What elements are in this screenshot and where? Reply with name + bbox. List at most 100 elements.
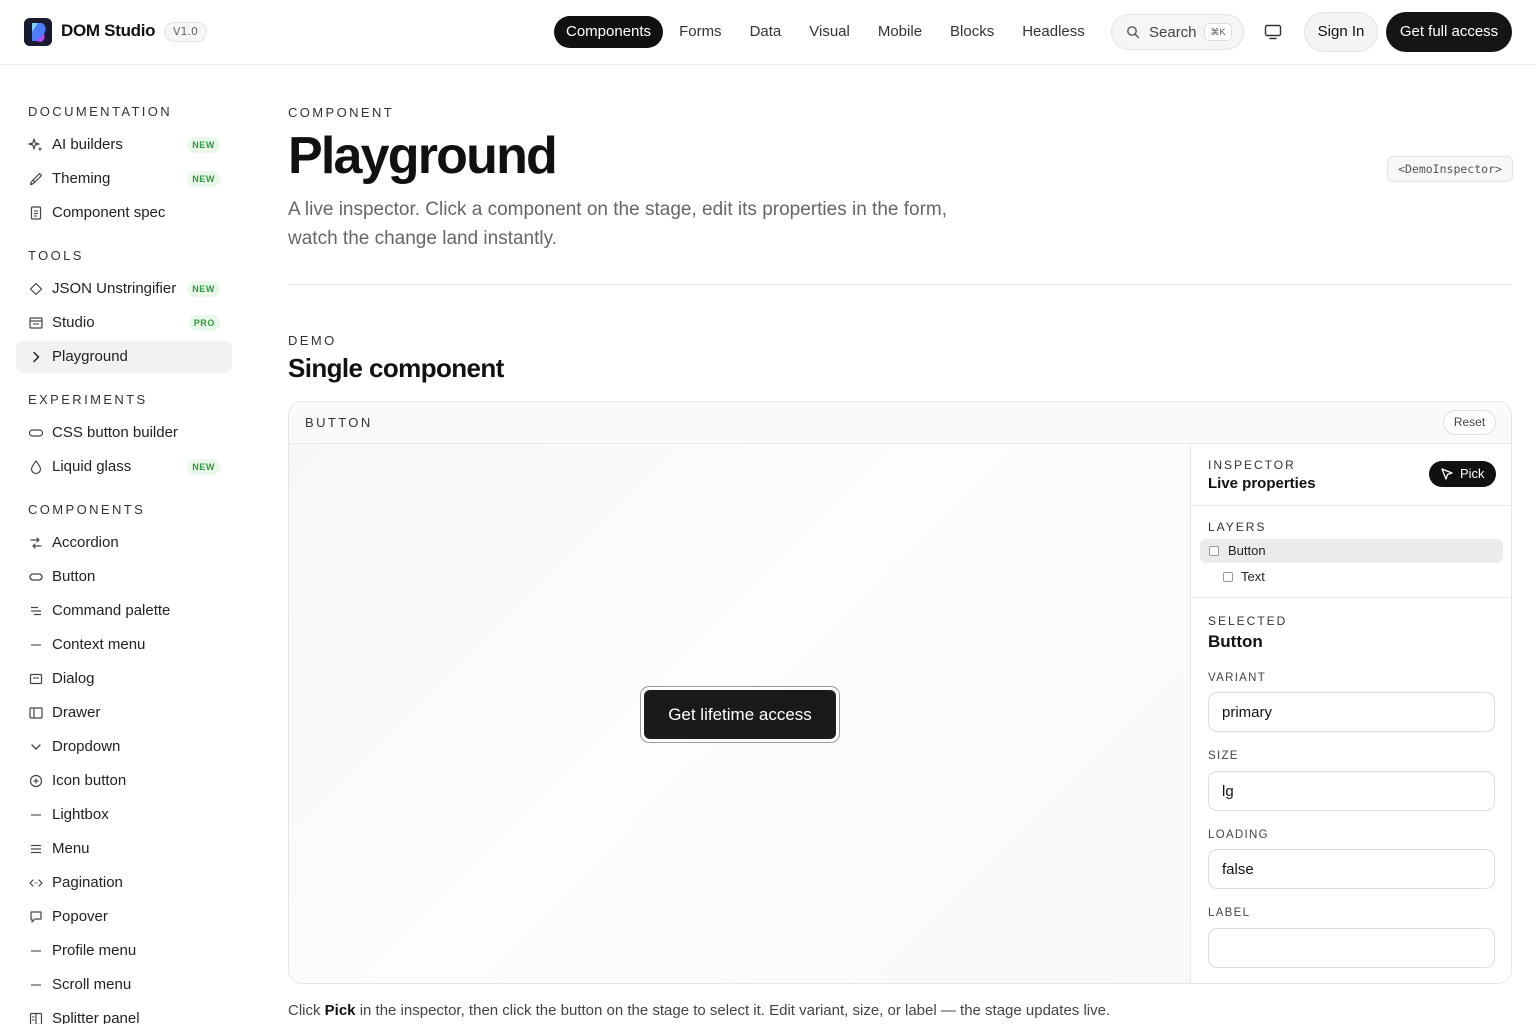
search-icon xyxy=(1127,26,1140,39)
page-lead: A live inspector. Click a component on t… xyxy=(288,199,948,249)
sign-in-button[interactable]: Sign In xyxy=(1304,12,1378,52)
page-title: Playground xyxy=(288,127,558,185)
field-label: VARIANT xyxy=(1208,672,1267,684)
diamond-icon xyxy=(29,282,43,296)
arrows-icon xyxy=(29,879,43,887)
demo-title: Single component xyxy=(288,353,504,383)
variant-input[interactable] xyxy=(1208,692,1495,732)
get-full-access-button[interactable]: Get full access xyxy=(1386,12,1512,52)
accordion-icon xyxy=(30,537,42,549)
logo-icon[interactable] xyxy=(24,18,52,46)
sidebar-item-drawer[interactable]: Drawer xyxy=(16,697,232,729)
section-heading-documentation: DOCUMENTATION xyxy=(28,104,173,119)
field-label: LOADING xyxy=(1208,829,1269,841)
window-icon xyxy=(29,317,43,329)
size-input[interactable] xyxy=(1208,771,1495,811)
footnote-text: Click xyxy=(288,1002,325,1019)
section-heading-experiments: EXPERIMENTS xyxy=(28,392,148,407)
sidebar-item-studio[interactable]: Studio PRO xyxy=(16,307,232,339)
sidebar-item-accordion[interactable]: Accordion xyxy=(16,527,232,559)
sidebar-item-label: Profile menu xyxy=(52,942,137,959)
nav-forms[interactable]: Forms xyxy=(667,16,734,48)
sidebar-item-label: Dropdown xyxy=(52,738,121,755)
nav-mobile[interactable]: Mobile xyxy=(866,16,934,48)
pro-badge: PRO xyxy=(188,315,220,331)
stage[interactable]: Get lifetime access xyxy=(289,444,1191,983)
search-button[interactable]: Search ⌘K xyxy=(1111,14,1244,50)
brand-name[interactable]: DOM Studio xyxy=(61,21,156,41)
divider xyxy=(288,284,1512,285)
sidebar-item-icon-button[interactable]: Icon button xyxy=(16,765,232,797)
footnote-emphasis: Pick xyxy=(324,1002,356,1019)
sidebar-item-splitter-panel[interactable]: Splitter panel xyxy=(16,1003,232,1024)
sidebar-item-label: Drawer xyxy=(52,704,101,721)
sidebar-item-label: Studio xyxy=(52,314,95,331)
panel-header: BUTTON Reset xyxy=(289,402,1511,444)
selected-label: SELECTED xyxy=(1208,614,1288,628)
new-badge: NEW xyxy=(187,459,220,475)
sidebar-item-css-button-builder[interactable]: CSS button builder xyxy=(16,417,232,449)
sidebar-item-label: AI builders xyxy=(52,136,123,153)
sidebar-item-label: Command palette xyxy=(52,602,171,619)
sidebar-item-theming[interactable]: Theming NEW xyxy=(16,163,232,195)
stage-demo-button[interactable]: Get lifetime access xyxy=(644,690,836,739)
nav-data[interactable]: Data xyxy=(738,16,794,48)
reset-button[interactable]: Reset xyxy=(1443,410,1496,435)
pick-label: Pick xyxy=(1460,466,1485,481)
layer-name: Text xyxy=(1241,569,1265,584)
footnote-text: in the inspector, then click the button … xyxy=(355,1002,1111,1019)
sidebar-item-dialog[interactable]: Dialog xyxy=(16,663,232,695)
demo-panel: BUTTON Reset Get lifetime access INSPECT… xyxy=(288,401,1512,984)
button-icon xyxy=(29,573,43,581)
layer-button[interactable]: Button xyxy=(1200,539,1503,563)
sparkle-icon xyxy=(28,138,43,152)
layers-label: LAYERS xyxy=(1208,520,1267,534)
loading-input[interactable] xyxy=(1208,849,1495,889)
nav-components[interactable]: Components xyxy=(554,16,664,48)
brush-icon xyxy=(29,172,43,186)
sidebar-item-pagination[interactable]: Pagination xyxy=(16,867,232,899)
nav-blocks[interactable]: Blocks xyxy=(938,16,1006,48)
sidebar-item-ai-builders[interactable]: AI builders NEW xyxy=(16,129,232,161)
menu-icon xyxy=(31,844,41,854)
sidebar-item-lightbox[interactable]: Lightbox xyxy=(16,799,232,831)
field-label: LABEL xyxy=(1208,907,1251,919)
chevron-down-icon xyxy=(31,744,41,750)
sidebar-item-playground[interactable]: Playground xyxy=(16,341,232,373)
monitor-icon[interactable] xyxy=(1264,23,1282,41)
command-icon xyxy=(31,606,41,616)
sidebar-item-menu[interactable]: Menu xyxy=(16,833,232,865)
sidebar-item-label: Dialog xyxy=(52,670,95,687)
sidebar-item-liquid-glass[interactable]: Liquid glass NEW xyxy=(16,451,232,483)
sidebar-item-popover[interactable]: Popover xyxy=(16,901,232,933)
sidebar-item-label: Playground xyxy=(52,348,128,365)
sidebar-item-dropdown[interactable]: Dropdown xyxy=(16,731,232,763)
cursor-icon xyxy=(1441,468,1453,480)
sidebar-item-command-palette[interactable]: Command palette xyxy=(16,595,232,627)
sidebar-item-label: Menu xyxy=(52,840,90,857)
sidebar-item-label: Context menu xyxy=(52,636,146,653)
panel-title: BUTTON xyxy=(305,415,373,430)
layer-text[interactable]: Text xyxy=(1200,565,1503,589)
nav-visual[interactable]: Visual xyxy=(797,16,862,48)
sidebar-item-component-spec[interactable]: Component spec xyxy=(16,197,232,229)
new-badge: NEW xyxy=(187,171,220,187)
sidebar-item-context-menu[interactable]: Context menu xyxy=(16,629,232,661)
sidebar-item-button[interactable]: Button xyxy=(16,561,232,593)
sidebar: DOCUMENTATION AI builders NEW Theming NE… xyxy=(0,65,250,1024)
new-badge: NEW xyxy=(187,137,220,153)
inspector-panel: INSPECTOR Live properties Pick LAYERS Bu… xyxy=(1192,444,1511,983)
sidebar-item-label: Button xyxy=(52,568,96,585)
component-code-chip[interactable]: <DemoInspector> xyxy=(1387,156,1513,182)
sidebar-item-label: Component spec xyxy=(52,204,166,221)
nav-headless[interactable]: Headless xyxy=(1010,16,1097,48)
pill-icon xyxy=(28,429,44,437)
sidebar-item-profile-menu[interactable]: Profile menu xyxy=(16,935,232,967)
sidebar-item-label: Lightbox xyxy=(52,806,109,823)
demo-footnote: Click Pick in the inspector, then click … xyxy=(288,1002,1110,1019)
pick-button[interactable]: Pick xyxy=(1429,461,1496,487)
sidebar-item-scroll-menu[interactable]: Scroll menu xyxy=(16,969,232,1001)
label-input[interactable] xyxy=(1208,928,1495,968)
sidebar-item-label: Splitter panel xyxy=(52,1010,140,1024)
sidebar-item-json-unstringifier[interactable]: JSON Unstringifier NEW xyxy=(16,273,232,305)
